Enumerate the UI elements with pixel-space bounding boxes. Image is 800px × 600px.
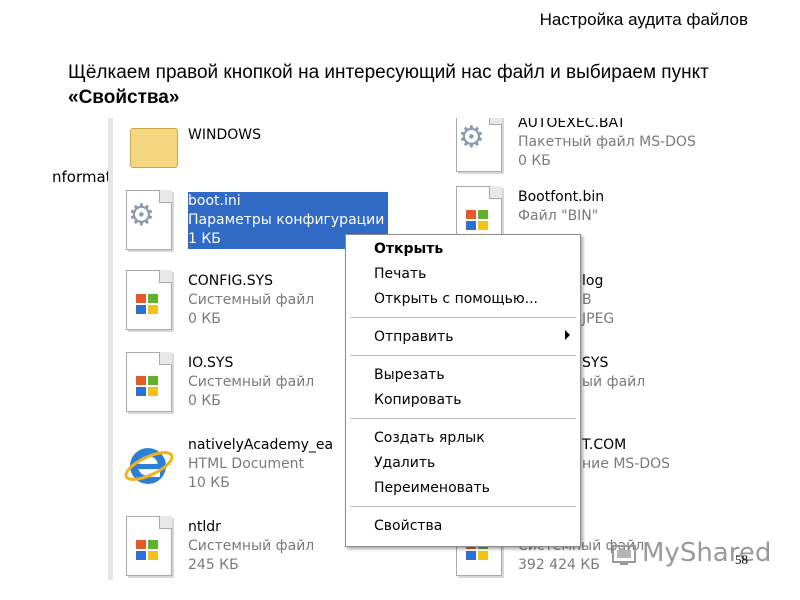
file-size: 10 КБ [188, 475, 230, 491]
page-number: 58 [735, 552, 748, 567]
batch-file-icon: ⚙ [448, 118, 504, 178]
file-size: 245 КБ [188, 557, 239, 573]
file-type: Системный файл [188, 292, 315, 308]
windows-file-icon [118, 514, 174, 580]
menu-item-create-shortcut[interactable]: Создать ярлык [374, 430, 485, 446]
menu-separator [350, 355, 576, 357]
left-panel-label: nformati [52, 168, 108, 186]
windows-file-icon [118, 268, 174, 336]
file-name: ntldr [188, 519, 221, 535]
file-name: nativelyAcademy_ea [188, 437, 334, 453]
file-type: HTML Document [188, 456, 304, 472]
windows-file-icon [118, 350, 174, 418]
menu-item-open[interactable]: Открыть [374, 241, 443, 257]
instruction-text: Щёлкаем правой кнопкой на интересующий н… [68, 60, 768, 110]
file-name: AUTOEXEC.BAT [518, 118, 626, 131]
submenu-arrow-icon [565, 330, 570, 340]
menu-item-rename[interactable]: Переименовать [374, 480, 490, 496]
myshared-logo-icon [612, 545, 636, 565]
file-name: IO.SYS [188, 355, 234, 371]
file-item-windows[interactable]: WINDOWS [118, 118, 418, 188]
config-file-icon: ⚙ [118, 188, 174, 256]
menu-item-print[interactable]: Печать [374, 266, 426, 282]
file-name: …T.COM [568, 437, 627, 453]
slide-header: Настройка аудита файлов [539, 10, 748, 29]
menu-item-send-to[interactable]: Отправить [374, 329, 454, 345]
file-size: 0 КБ [188, 393, 221, 409]
internet-explorer-icon [118, 432, 174, 500]
file-type: …ние MS-DOS [568, 456, 671, 472]
instruction-plain: Щёлкаем правой кнопкой на интересующий н… [68, 62, 709, 83]
file-type: Пакетный файл MS-DOS [518, 134, 696, 150]
context-menu: Открыть Печать Открыть с помощью... Отпр… [345, 234, 581, 547]
menu-item-open-with[interactable]: Открыть с помощью... [374, 291, 538, 307]
file-type: Системный файл [188, 538, 315, 554]
file-name: WINDOWS [188, 127, 261, 143]
file-size: 0 КБ [188, 311, 221, 327]
file-name: CONFIG.SYS [188, 273, 274, 289]
file-type: Параметры конфигурации [188, 212, 385, 228]
file-name: boot.ini [188, 193, 241, 209]
menu-separator [350, 317, 576, 319]
file-item-autoexec-bat[interactable]: ⚙ AUTOEXEC.BAT Пакетный файл MS-DOS 0 КБ [448, 118, 698, 180]
file-type: Файл "BIN" [518, 208, 599, 224]
menu-separator [350, 418, 576, 420]
folder-icon [118, 118, 178, 186]
menu-item-delete[interactable]: Удалить [374, 455, 435, 471]
file-name: Bootfont.bin [518, 189, 605, 205]
menu-item-copy[interactable]: Копировать [374, 392, 461, 408]
instruction-bold: «Свойства» [68, 87, 180, 108]
menu-item-properties[interactable]: Свойства [374, 518, 442, 534]
file-type: Системный файл [188, 374, 315, 390]
menu-separator [350, 506, 576, 508]
file-size: 0 КБ [518, 153, 551, 169]
watermark-text: MyShared [642, 538, 772, 568]
menu-item-cut[interactable]: Вырезать [374, 367, 445, 383]
